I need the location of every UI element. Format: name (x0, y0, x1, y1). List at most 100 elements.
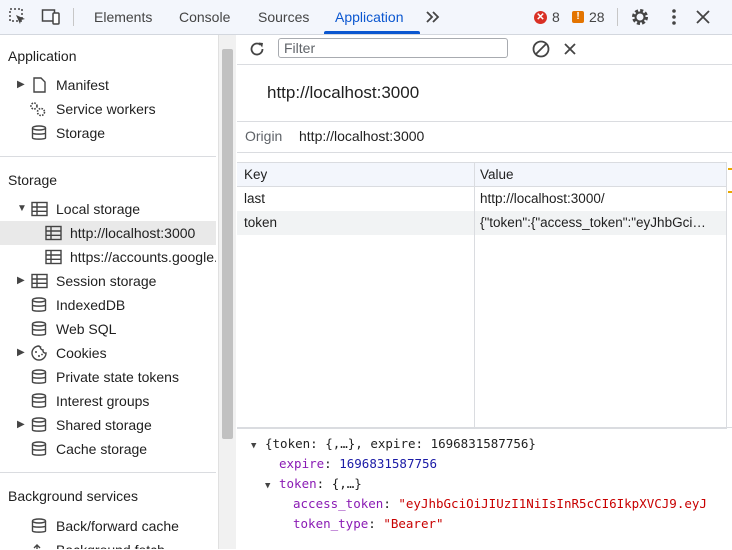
sidebar-item-background-fetch[interactable]: Background fetch (0, 538, 216, 549)
file-icon (33, 77, 46, 93)
tab-console[interactable]: Console (179, 0, 230, 34)
database-icon (31, 441, 47, 456)
sidebar-item-label: Web SQL (56, 321, 117, 337)
sidebar-item-label: Local storage (56, 201, 141, 217)
preview-root[interactable]: ▼ {token: {,…}, expire: 1696831587756} (251, 434, 536, 454)
sidebar-item-indexeddb[interactable]: IndexedDB (0, 293, 216, 317)
clear-all-icon[interactable] (531, 39, 551, 59)
row-key: token (244, 215, 278, 230)
origin-info-row: Origin http://localhost:3000 (237, 121, 732, 153)
filter-input[interactable] (278, 38, 508, 58)
kebab-menu-icon[interactable] (664, 7, 684, 27)
sidebar-item-shared-storage[interactable]: ▶ Shared storage (0, 413, 216, 437)
database-icon (31, 321, 47, 336)
token-summary: {,…} (331, 476, 362, 491)
sidebar-item-back-forward-cache[interactable]: Back/forward cache (0, 514, 216, 538)
tab-application[interactable]: Application (335, 0, 404, 34)
grid-header: Key Value (237, 163, 726, 187)
storage-data-grid: Key Value last http://localhost:3000/ to… (237, 162, 727, 429)
sidebar-item-label: Cookies (56, 345, 107, 361)
sidebar-item-label: Service workers (56, 101, 156, 117)
sidebar-item-local-storage[interactable]: ▼ Local storage (0, 197, 216, 221)
sidebar-item-label: Private state tokens (56, 369, 179, 385)
expand-arrow-icon[interactable]: ▶ (17, 73, 25, 97)
sidebar-item-interest-groups[interactable]: Interest groups (0, 389, 216, 413)
refresh-icon[interactable] (247, 39, 267, 59)
expand-arrow-icon[interactable]: ▶ (17, 413, 25, 437)
warning-icon: ! (572, 11, 584, 23)
preview-token-type-row: token_type: "Bearer" (293, 516, 444, 531)
error-count: 8 (552, 9, 560, 25)
table-row[interactable]: token {"token":{"access_token":"eyJhbGci… (237, 211, 726, 235)
row-value: http://localhost:3000/ (480, 191, 605, 206)
sidebar-scrollbar-thumb[interactable] (222, 49, 233, 439)
origin-value: http://localhost:3000 (299, 128, 425, 144)
sidebar-item-label: Shared storage (56, 417, 152, 433)
sidebar-item-label: Background fetch (56, 538, 165, 549)
sidebar-item-service-workers[interactable]: Service workers (0, 97, 216, 121)
column-header-value[interactable]: Value (480, 163, 514, 186)
section-title-application: Application (8, 48, 77, 64)
value-preview-pane: ▼ {token: {,…}, expire: 1696831587756} ex… (237, 427, 732, 550)
close-icon[interactable] (693, 7, 713, 27)
section-title-background-services: Background services (8, 488, 138, 504)
collapse-arrow-icon[interactable]: ▼ (17, 197, 27, 221)
column-header-key[interactable]: Key (244, 163, 267, 186)
application-sidebar: Application ▶ Manifest Service workers S… (0, 35, 216, 549)
sidebar-item-manifest[interactable]: ▶ Manifest (0, 73, 216, 97)
preview-summary: {token: {,…}, expire: 1696831587756} (265, 436, 536, 451)
sidebar-item-label: https://accounts.google.com (70, 249, 216, 265)
database-icon (31, 417, 47, 432)
error-count-badge[interactable]: ✕ 8 (534, 9, 560, 25)
origin-label: Origin (245, 128, 283, 144)
sidebar-item-label: Cache storage (56, 441, 148, 457)
access-token-value: "eyJhbGciOiJIUzI1NiIsInR5cCI6IkpXVCJ9.ey… (398, 496, 707, 511)
sidebar-item-session-storage[interactable]: ▶ Session storage (0, 269, 216, 293)
table-icon (31, 201, 48, 217)
gear-icon[interactable] (630, 7, 650, 27)
table-row[interactable]: last http://localhost:3000/ (237, 187, 726, 211)
sidebar-item-storage[interactable]: Storage (0, 121, 216, 145)
arrows-icon (33, 544, 41, 549)
column-divider[interactable] (474, 163, 475, 428)
token-key: token (279, 476, 317, 491)
sidebar-item-google-origin[interactable]: https://accounts.google.com (0, 245, 216, 269)
sidebar-scrollbar[interactable] (218, 35, 236, 549)
tab-elements[interactable]: Elements (94, 0, 152, 34)
chevrons-right-icon[interactable] (423, 7, 443, 27)
sidebar-item-label: Storage (56, 125, 106, 141)
sidebar-item-cache-storage[interactable]: Cache storage (0, 437, 216, 461)
section-divider (0, 156, 216, 157)
access-token-key: access_token (293, 496, 384, 511)
sidebar-item-localhost-origin[interactable]: http://localhost:3000 (0, 221, 216, 245)
preview-access-token-row: access_token: "eyJhbGciOiJIUzI1NiIsInR5c… (293, 496, 707, 511)
device-toolbar-icon[interactable] (41, 7, 61, 27)
expand-arrow-icon[interactable]: ▶ (17, 341, 25, 365)
toolbar-divider (73, 8, 74, 26)
table-icon (31, 273, 48, 289)
sidebar-item-private-state-tokens[interactable]: Private state tokens (0, 365, 216, 389)
collapse-arrow-icon[interactable]: ▼ (251, 436, 265, 456)
sidebar-item-label: Session storage (56, 273, 157, 289)
cookie-icon (31, 345, 47, 361)
preview-expire-row: expire: 1696831587756 (279, 456, 438, 471)
sidebar-item-cookies[interactable]: ▶ Cookies (0, 341, 216, 365)
toolbar-divider (617, 8, 618, 26)
sidebar-item-label: Manifest (56, 77, 109, 93)
table-icon (45, 225, 62, 241)
table-icon (45, 249, 62, 265)
preview-token-row[interactable]: ▼ token: {,…} (265, 474, 362, 494)
expire-value: 1696831587756 (339, 456, 438, 471)
database-icon (31, 393, 47, 408)
tab-sources[interactable]: Sources (258, 0, 309, 34)
delete-selected-icon[interactable] (560, 39, 580, 59)
edge-marker (728, 168, 732, 170)
sidebar-item-label: http://localhost:3000 (70, 225, 196, 241)
row-value: {"token":{"access_token":"eyJhbGciOiJIUz… (480, 215, 706, 230)
inspect-element-icon[interactable] (8, 7, 28, 27)
warning-count-badge[interactable]: ! 28 (572, 9, 605, 25)
sidebar-item-web-sql[interactable]: Web SQL (0, 317, 216, 341)
error-icon: ✕ (534, 10, 547, 24)
collapse-arrow-icon[interactable]: ▼ (265, 476, 279, 496)
expand-arrow-icon[interactable]: ▶ (17, 269, 25, 293)
